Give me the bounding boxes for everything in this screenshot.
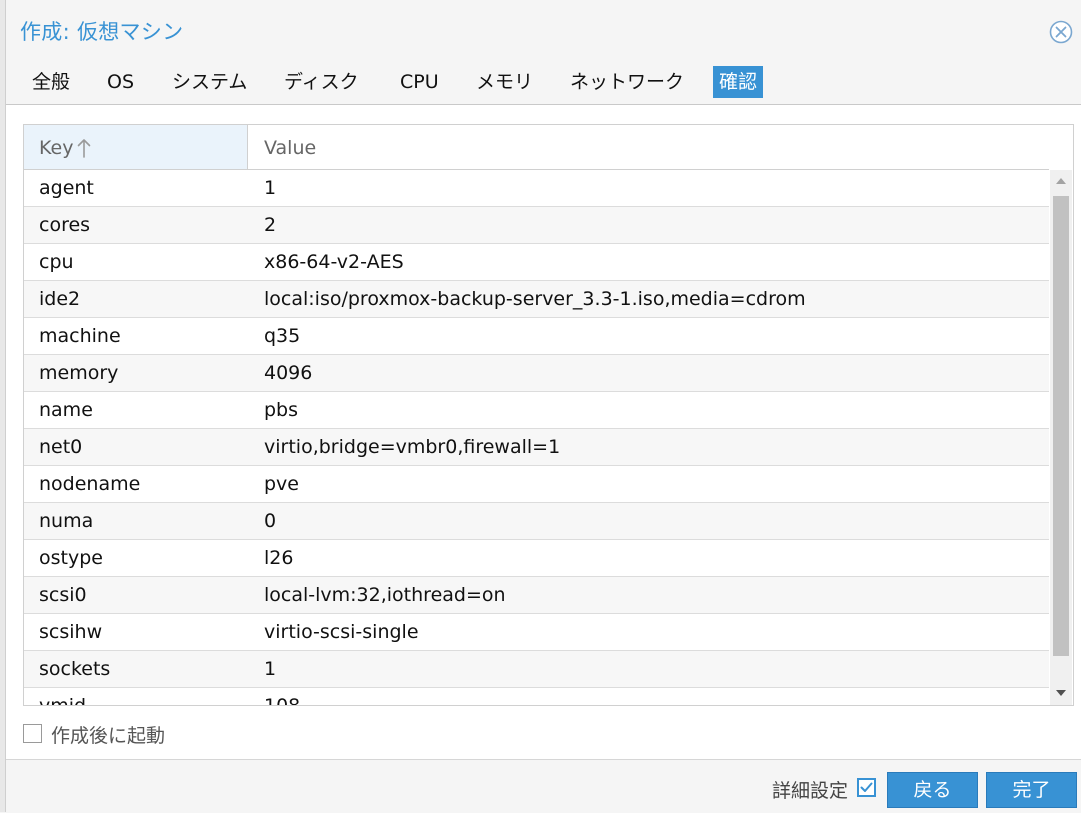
grid-scrollbar[interactable] xyxy=(1050,170,1072,705)
table-row[interactable]: name pbs xyxy=(24,392,1049,429)
grid-body: agent 1 cores 2 cpu x86-64-v2-AES ide2 local… xyxy=(24,170,1049,705)
settings-grid: Key Value agent 1 cores 2 cpu x86-64-v2-AES… xyxy=(23,124,1074,706)
table-row[interactable]: sockets 1 xyxy=(24,651,1049,688)
row-key: name xyxy=(39,399,93,421)
advanced-settings-label: 詳細設定 xyxy=(772,780,849,802)
table-row[interactable]: scsi0 local-lvm:32,iothread=on xyxy=(24,577,1049,614)
wizard-tabs: 全般 OS システム ディスク CPU メモリ ネットワーク 確認 xyxy=(6,62,1081,104)
row-key: cores xyxy=(39,214,91,236)
row-key: ostype xyxy=(39,547,103,569)
table-row[interactable]: machine q35 xyxy=(24,318,1049,355)
scroll-up-arrow-icon[interactable] xyxy=(1055,176,1067,186)
tab-system[interactable]: システム xyxy=(166,65,253,99)
table-row[interactable]: agent 1 xyxy=(24,170,1049,207)
tab-os[interactable]: OS xyxy=(101,65,140,99)
row-value: 4096 xyxy=(264,362,313,384)
row-value: 1 xyxy=(264,177,277,199)
dialog-titlebar: 作成: 仮想マシン xyxy=(6,0,1081,62)
row-value: pve xyxy=(264,473,299,495)
row-key: sockets xyxy=(39,658,111,680)
table-row[interactable]: ide2 local:iso/proxmox-backup-server_3.3-… xyxy=(24,281,1049,318)
row-value: 2 xyxy=(264,214,277,236)
row-value: 1 xyxy=(264,658,277,680)
checkmark-icon xyxy=(860,782,873,792)
row-value: pbs xyxy=(264,399,299,421)
row-value: virtio,bridge=vmbr0,firewall=1 xyxy=(264,436,561,458)
close-icon[interactable] xyxy=(1049,20,1073,44)
row-value: 108 xyxy=(264,695,300,705)
row-value: local-lvm:32,iothread=on xyxy=(264,584,506,606)
row-value: 0 xyxy=(264,510,277,532)
row-value: x86-64-v2-AES xyxy=(264,251,404,273)
back-button[interactable]: 戻る xyxy=(887,772,978,808)
row-key: nodename xyxy=(39,473,141,495)
tab-cpu[interactable]: CPU xyxy=(394,65,445,99)
row-key: cpu xyxy=(39,251,74,273)
start-after-create-label: 作成後に起動 xyxy=(51,725,166,747)
dialog-footer: 詳細設定 戻る 完了 xyxy=(6,759,1081,813)
tab-network[interactable]: ネットワーク xyxy=(564,65,690,99)
advanced-settings-checkbox[interactable] xyxy=(857,778,876,797)
table-row[interactable]: numa 0 xyxy=(24,503,1049,540)
row-value: local:iso/proxmox-backup-server_3.3-1.is… xyxy=(264,288,806,310)
row-key: vmid xyxy=(39,695,86,705)
row-key: scsihw xyxy=(39,621,103,643)
grid-header: Key Value xyxy=(24,125,1049,170)
column-header-value[interactable]: Value xyxy=(264,137,316,159)
table-row[interactable]: nodename pve xyxy=(24,466,1049,503)
scrollbar-thumb[interactable] xyxy=(1053,196,1069,656)
tab-confirm[interactable]: 確認 xyxy=(713,66,764,98)
row-value: virtio-scsi-single xyxy=(264,621,419,643)
row-key: ide2 xyxy=(39,288,81,310)
create-vm-dialog: 作成: 仮想マシン 全般 OS システム ディスク CPU メモリ ネットワーク… xyxy=(5,0,1081,813)
table-row[interactable]: scsihw virtio-scsi-single xyxy=(24,614,1049,651)
row-key: net0 xyxy=(39,436,83,458)
dialog-title: 作成: 仮想マシン xyxy=(20,20,184,44)
table-row[interactable]: memory 4096 xyxy=(24,355,1049,392)
tab-memory[interactable]: メモリ xyxy=(470,65,539,99)
column-header-key-label: Key xyxy=(39,137,74,159)
column-header-key[interactable]: Key xyxy=(24,125,248,169)
row-key: numa xyxy=(39,510,94,532)
confirm-panel: Key Value agent 1 cores 2 cpu x86-64-v2-AES… xyxy=(6,105,1081,759)
table-row[interactable]: ostype l26 xyxy=(24,540,1049,577)
table-row[interactable]: vmid 108 xyxy=(24,688,1049,705)
row-key: agent xyxy=(39,177,94,199)
row-key: scsi0 xyxy=(39,584,87,606)
row-key: machine xyxy=(39,325,121,347)
table-row[interactable]: cpu x86-64-v2-AES xyxy=(24,244,1049,281)
tab-general[interactable]: 全般 xyxy=(26,65,76,99)
sort-ascending-icon xyxy=(77,139,91,158)
table-row[interactable]: cores 2 xyxy=(24,207,1049,244)
row-value: l26 xyxy=(264,547,294,569)
row-value: q35 xyxy=(264,325,301,347)
checkbox-unchecked-icon[interactable] xyxy=(23,724,42,743)
scroll-down-arrow-icon[interactable] xyxy=(1055,688,1067,698)
table-row[interactable]: net0 virtio,bridge=vmbr0,firewall=1 xyxy=(24,429,1049,466)
finish-button[interactable]: 完了 xyxy=(986,772,1077,808)
tab-disk[interactable]: ディスク xyxy=(278,65,365,99)
row-key: memory xyxy=(39,362,119,384)
